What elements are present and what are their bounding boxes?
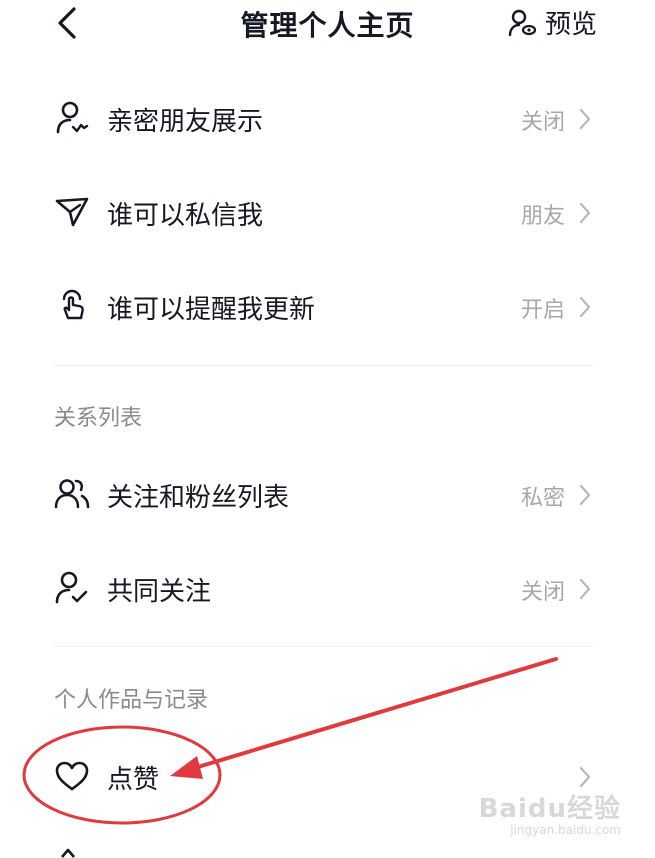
chevron-right-icon bbox=[579, 108, 591, 130]
row-value: 朋友 bbox=[520, 204, 565, 229]
chevron-right-icon bbox=[579, 578, 591, 600]
row-label: 点赞 bbox=[107, 765, 160, 795]
section-title-relations: 关系列表 bbox=[54, 406, 143, 431]
chevron-right-icon bbox=[579, 766, 591, 788]
row-value: 开启 bbox=[520, 298, 565, 323]
row-close-friends[interactable]: 亲密朋友展示 关闭 bbox=[0, 88, 655, 148]
preview-label: 预览 bbox=[544, 10, 597, 40]
row-following-followers[interactable]: 关注和粉丝列表 私密 bbox=[0, 464, 655, 524]
user-heart-icon bbox=[56, 101, 89, 134]
users-icon bbox=[54, 479, 90, 509]
heart-icon bbox=[55, 761, 89, 791]
partial-row-icon bbox=[61, 848, 75, 858]
chevron-right-icon bbox=[579, 484, 591, 506]
row-who-can-message[interactable]: 谁可以私信我 朋友 bbox=[0, 182, 655, 242]
watermark-brand: Baidu经验 bbox=[478, 794, 621, 824]
user-preview-icon bbox=[508, 9, 537, 36]
preview-button[interactable]: 预览 bbox=[507, 4, 597, 41]
send-icon bbox=[55, 197, 89, 227]
row-label: 谁可以私信我 bbox=[107, 201, 264, 231]
row-value: 关闭 bbox=[520, 110, 565, 135]
section-title-works: 个人作品与记录 bbox=[54, 688, 209, 713]
row-label: 亲密朋友展示 bbox=[107, 107, 264, 137]
row-label: 关注和粉丝列表 bbox=[107, 483, 290, 513]
section-divider bbox=[54, 646, 593, 647]
chevron-right-icon bbox=[579, 296, 591, 318]
tap-hand-icon bbox=[62, 289, 84, 320]
top-bar: 管理个人主页 预览 bbox=[0, 0, 655, 50]
row-label: 共同关注 bbox=[107, 577, 212, 607]
row-mutual-follows[interactable]: 共同关注 关闭 bbox=[0, 558, 655, 618]
row-who-can-remind[interactable]: 谁可以提醒我更新 开启 bbox=[0, 276, 655, 336]
row-label: 谁可以提醒我更新 bbox=[107, 295, 316, 325]
section-divider bbox=[54, 365, 593, 366]
row-value: 私密 bbox=[520, 486, 565, 511]
chevron-right-icon bbox=[579, 202, 591, 224]
watermark: Baidu经验 jingyan.baidu.com bbox=[479, 788, 621, 837]
watermark-url: jingyan.baidu.com bbox=[510, 823, 621, 837]
row-value: 关闭 bbox=[520, 580, 565, 605]
user-check-icon bbox=[55, 571, 88, 604]
